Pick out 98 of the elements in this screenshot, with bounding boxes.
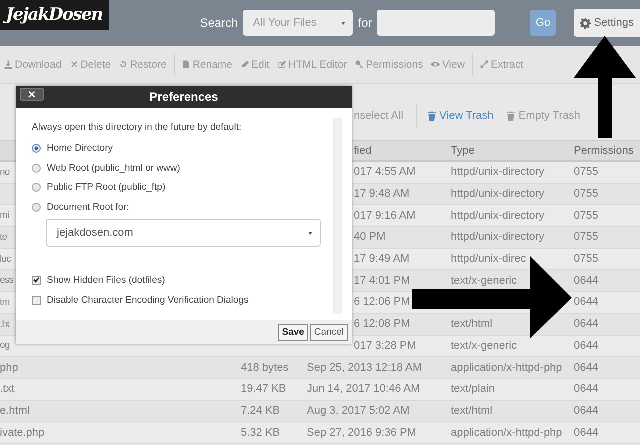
file-name: luc <box>0 254 11 265</box>
checkbox[interactable] <box>32 276 41 286</box>
column-header[interactable]: Type <box>451 144 475 156</box>
permissions: 0755 <box>574 188 598 200</box>
file-size: 7.24 KB <box>241 404 280 417</box>
modified-date: Sep 27, 2016 9:36 PM <box>307 426 416 439</box>
scope-dropdown[interactable]: All Your Files <box>243 10 354 36</box>
file-type: application/x-httpd-php <box>451 362 562 374</box>
permissions: 0644 <box>574 383 598 396</box>
file-type: text/x-generic <box>451 274 518 287</box>
eye-icon <box>431 60 440 69</box>
permissions: 0755 <box>574 231 598 244</box>
file-name: tm <box>0 296 10 308</box>
file-type: httpd/unix-direc <box>451 253 526 266</box>
radio-label: Home Directory <box>47 143 113 154</box>
file-type: application/x-httpd-php <box>451 426 562 439</box>
modified-date: 17 9:49 AM <box>354 253 410 266</box>
for-label: for <box>358 16 372 30</box>
modified-date: 17 9:48 AM <box>354 188 410 200</box>
file-size: 5.32 KB <box>241 426 280 439</box>
settings-button[interactable]: Settings <box>574 9 640 37</box>
file-name: te <box>0 232 8 243</box>
radio-button[interactable] <box>32 164 41 173</box>
prompt-text: Always open this directory in the future by default: <box>32 122 243 133</box>
file-type: httpd/unix-directory <box>451 210 545 222</box>
radio-button[interactable] <box>32 202 41 212</box>
file-name: ivate.php <box>0 426 45 439</box>
checkbox-label: Disable Character Encoding Verification Dialogs <box>47 294 249 306</box>
trash-icon <box>426 111 437 121</box>
file-name: e.html <box>0 404 30 417</box>
file-type: httpd/unix-directory <box>451 166 545 178</box>
file-size: 418 bytes <box>241 362 289 374</box>
modified-date: 6 12:06 PM <box>354 296 410 308</box>
modified-date: 017 9:16 AM <box>354 210 416 222</box>
permissions: 0644 <box>574 318 598 330</box>
file-name: .txt <box>0 383 15 396</box>
file-type: text/plain <box>451 383 496 396</box>
key-icon <box>355 60 364 69</box>
modified-date: 017 3:28 PM <box>354 340 416 352</box>
undo-icon <box>119 60 128 69</box>
file-name: og <box>0 340 10 352</box>
checkbox[interactable] <box>32 296 41 305</box>
cancel-button[interactable]: Cancel <box>310 324 348 340</box>
permissions: 0644 <box>574 426 598 439</box>
file-type: httpd/unix-directory <box>451 188 545 200</box>
file-type: text/x-generic <box>451 340 518 352</box>
domain-dropdown[interactable]: jejakdosen.com <box>46 219 321 247</box>
radio-label: Document Root for: <box>47 202 130 213</box>
permissions: 0644 <box>574 340 598 352</box>
radio-label: Web Root (public_html or www) <box>47 162 180 174</box>
caret-icon <box>340 20 348 26</box>
file-size: 19.47 KB <box>241 383 286 396</box>
save-button[interactable]: Save <box>278 324 308 340</box>
expand-icon <box>480 60 489 69</box>
close-icon <box>70 60 79 69</box>
column-header[interactable]: Permissions <box>574 144 634 156</box>
file-name: no <box>0 166 10 178</box>
permissions: 0644 <box>574 404 598 417</box>
file-type: httpd/unix-directory <box>451 231 545 244</box>
dialog-title: Preferences <box>150 90 218 104</box>
permissions: 0755 <box>574 210 598 222</box>
file-type: text/html <box>451 404 493 417</box>
download-icon <box>4 60 13 69</box>
permissions: 0755 <box>574 253 598 266</box>
radio-label: Public FTP Root (public_ftp) <box>47 182 166 194</box>
checkbox-label: Show Hidden Files (dotfiles) <box>47 275 166 286</box>
file-name: ess <box>0 275 14 286</box>
close-button[interactable]: × <box>20 88 44 101</box>
modified-date: 6 12:08 PM <box>354 318 410 330</box>
permissions: 0644 <box>574 274 598 287</box>
modified-date: 017 4:55 AM <box>354 166 416 178</box>
search-label: Search <box>200 16 238 30</box>
file-name: php <box>0 362 18 374</box>
file-name: .ht <box>0 318 10 330</box>
edit-icon <box>278 60 287 69</box>
pencil-icon <box>240 60 250 69</box>
radio-button[interactable] <box>32 144 41 154</box>
search-field[interactable] <box>377 10 496 36</box>
column-header[interactable]: fied <box>354 144 372 156</box>
radio-button[interactable] <box>32 183 41 192</box>
caret-icon <box>307 230 314 236</box>
modified-date: Sep 25, 2013 12:18 AM <box>307 362 422 374</box>
trash-icon <box>506 111 516 121</box>
go-button[interactable]: Go <box>530 10 556 36</box>
modified-date: Jun 14, 2017 10:46 AM <box>307 383 420 396</box>
modified-date: 40 PM <box>354 231 386 244</box>
modified-date: 17 4:01 PM <box>354 274 410 287</box>
trash-button[interactable]: View Trash <box>426 110 494 122</box>
logo: JejakDosen <box>0 0 109 30</box>
file-type: text/html <box>451 318 493 330</box>
file-icon <box>182 60 191 69</box>
permissions: 0644 <box>574 362 598 374</box>
settings-icon <box>580 18 592 28</box>
permissions: 0644 <box>574 296 598 308</box>
check-icon <box>33 277 40 284</box>
file-name: mi <box>0 210 10 222</box>
modified-date: Aug 3, 2017 5:02 AM <box>307 404 410 417</box>
permissions: 0755 <box>574 166 598 178</box>
